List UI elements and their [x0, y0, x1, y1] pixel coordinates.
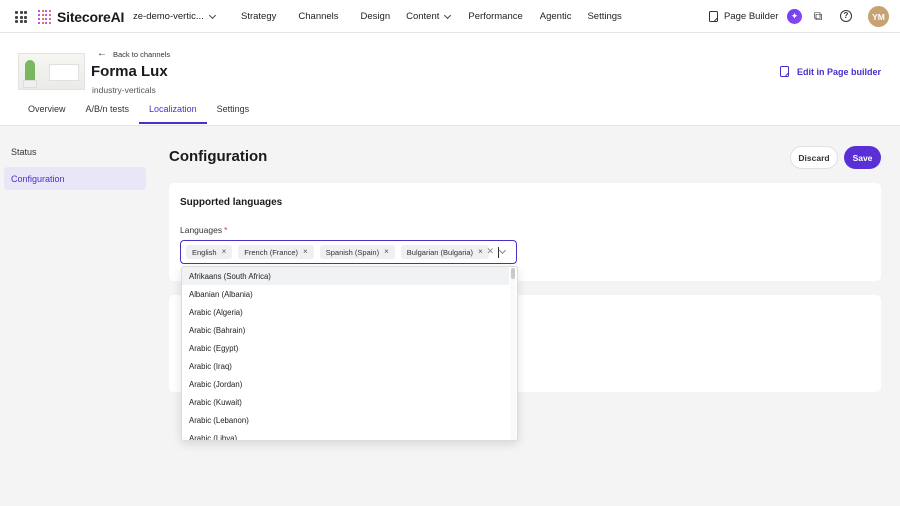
close-icon[interactable]: ×	[478, 248, 483, 256]
document-edit-icon	[780, 66, 789, 77]
languages-dropdown: Afrikaans (South Africa) Albanian (Alban…	[181, 266, 518, 441]
list-item[interactable]: Arabic (Bahrain)	[182, 321, 509, 339]
nav-channels[interactable]: Channels	[298, 11, 338, 22]
thumbnail-card	[49, 64, 79, 81]
languages-label-text: Languages	[180, 225, 223, 235]
list-item[interactable]: Afrikaans (South Africa)	[182, 267, 509, 285]
avatar[interactable]: YM	[868, 6, 889, 27]
back-label: Back to channels	[113, 49, 171, 59]
chip-label: English	[192, 247, 217, 257]
thumbnail-pot	[23, 80, 37, 88]
section-heading: Configuration	[169, 148, 268, 165]
nav-channels-label: Channels	[298, 11, 339, 22]
chip-label: Spanish (Spain)	[325, 247, 380, 257]
localization-sidenav: Status Configuration	[4, 140, 146, 194]
list-item[interactable]: Arabic (Lebanon)	[182, 411, 509, 429]
back-to-channels-link[interactable]: ← Back to channels	[97, 49, 170, 59]
nav-agentic-label: Agentic	[539, 11, 572, 22]
nav-strategy[interactable]: Strategy	[241, 11, 276, 22]
scrollbar[interactable]	[510, 267, 516, 440]
nav-design[interactable]: Design	[361, 11, 391, 22]
page-title: Forma Lux	[91, 63, 168, 80]
channel-header: ← Back to channels Forma Lux industry-ve…	[0, 33, 900, 126]
list-item[interactable]: Arabic (Kuwait)	[182, 393, 509, 411]
sparkle-icon[interactable]: ✦	[787, 9, 802, 24]
close-icon[interactable]: ×	[222, 248, 227, 256]
clear-icon[interactable]: ✕	[486, 246, 494, 257]
site-picker[interactable]: ze-demo-vertic...	[133, 11, 216, 22]
scrollbar-thumb[interactable]	[511, 268, 515, 279]
save-button[interactable]: Save	[844, 146, 881, 169]
list-item[interactable]: Arabic (Algeria)	[182, 303, 509, 321]
close-icon[interactable]: ×	[303, 248, 308, 256]
arrow-left-icon: ←	[97, 48, 107, 59]
sidebar-item-configuration[interactable]: Configuration	[4, 167, 146, 190]
language-chip: Bulgarian (Bulgaria) ×	[400, 245, 489, 259]
languages-label: Languages *	[180, 225, 227, 235]
languages-multiselect[interactable]: English × French (France) × Spanish (Spa…	[180, 240, 517, 264]
language-chip: French (France) ×	[238, 245, 314, 259]
nav-performance[interactable]: Performance	[468, 11, 522, 22]
nav-performance-label: Performance	[468, 11, 523, 22]
nav-content-label: Content	[406, 11, 440, 22]
brand-name: SitecoreAI	[57, 9, 125, 25]
site-thumbnail	[18, 53, 85, 90]
required-mark: *	[224, 225, 228, 235]
list-item[interactable]: Arabic (Egypt)	[182, 339, 509, 357]
language-chip: Spanish (Spain) ×	[319, 245, 395, 259]
options-list: Afrikaans (South Africa) Albanian (Alban…	[182, 267, 509, 441]
chip-label: Bulgarian (Bulgaria)	[406, 247, 474, 257]
edit-in-page-builder-label: Edit in Page builder	[797, 66, 882, 77]
sidebar-item-status[interactable]: Status	[4, 140, 146, 163]
card-title: Supported languages	[180, 197, 283, 208]
nav-content[interactable]: Content	[406, 11, 452, 22]
chip-label: French (France)	[244, 247, 299, 257]
tab-overview[interactable]: Overview	[18, 104, 76, 120]
channel-tabs: Overview A/B/n tests Localization Settin…	[18, 104, 260, 124]
chevron-down-icon[interactable]	[498, 246, 507, 255]
grid-icon[interactable]	[15, 11, 27, 23]
chevron-down-icon	[444, 11, 452, 19]
nav-settings[interactable]: Settings	[587, 11, 621, 22]
tab-localization[interactable]: Localization	[139, 104, 207, 124]
nav-agentic[interactable]: Agentic	[540, 11, 572, 22]
document-edit-icon	[709, 11, 718, 22]
nav-design-label: Design	[360, 11, 391, 22]
main-nav: Strategy Channels Design Content Perform…	[241, 11, 622, 22]
list-item[interactable]: Albanian (Albania)	[182, 285, 509, 303]
top-navigation-bar: SitecoreAI ze-demo-vertic... Strategy Ch…	[0, 0, 900, 33]
nav-settings-label: Settings	[587, 11, 622, 22]
site-picker-label: ze-demo-vertic...	[133, 11, 204, 22]
text-cursor	[497, 246, 499, 258]
sitecore-logo-icon	[38, 10, 52, 24]
list-item[interactable]: Arabic (Jordan)	[182, 375, 509, 393]
discard-button[interactable]: Discard	[790, 146, 838, 169]
list-item[interactable]: Arabic (Iraq)	[182, 357, 509, 375]
help-icon[interactable]: ?	[840, 10, 852, 22]
page-builder-label: Page Builder	[724, 11, 779, 22]
site-subtitle: industry-verticals	[92, 85, 156, 95]
close-icon[interactable]: ×	[384, 248, 389, 256]
brand-logo[interactable]: SitecoreAI	[38, 9, 124, 25]
edit-in-page-builder-button[interactable]: Edit in Page builder	[772, 61, 889, 82]
nav-strategy-label: Strategy	[241, 11, 277, 22]
tab-settings[interactable]: Settings	[207, 104, 260, 120]
language-chip: English ×	[186, 245, 233, 259]
puzzle-icon[interactable]: ⧉	[811, 9, 825, 23]
chevron-down-icon	[208, 11, 216, 19]
page-builder-button[interactable]: Page Builder	[703, 6, 784, 27]
tab-abn-tests[interactable]: A/B/n tests	[76, 104, 140, 120]
list-item[interactable]: Arabic (Libya)	[182, 429, 509, 441]
